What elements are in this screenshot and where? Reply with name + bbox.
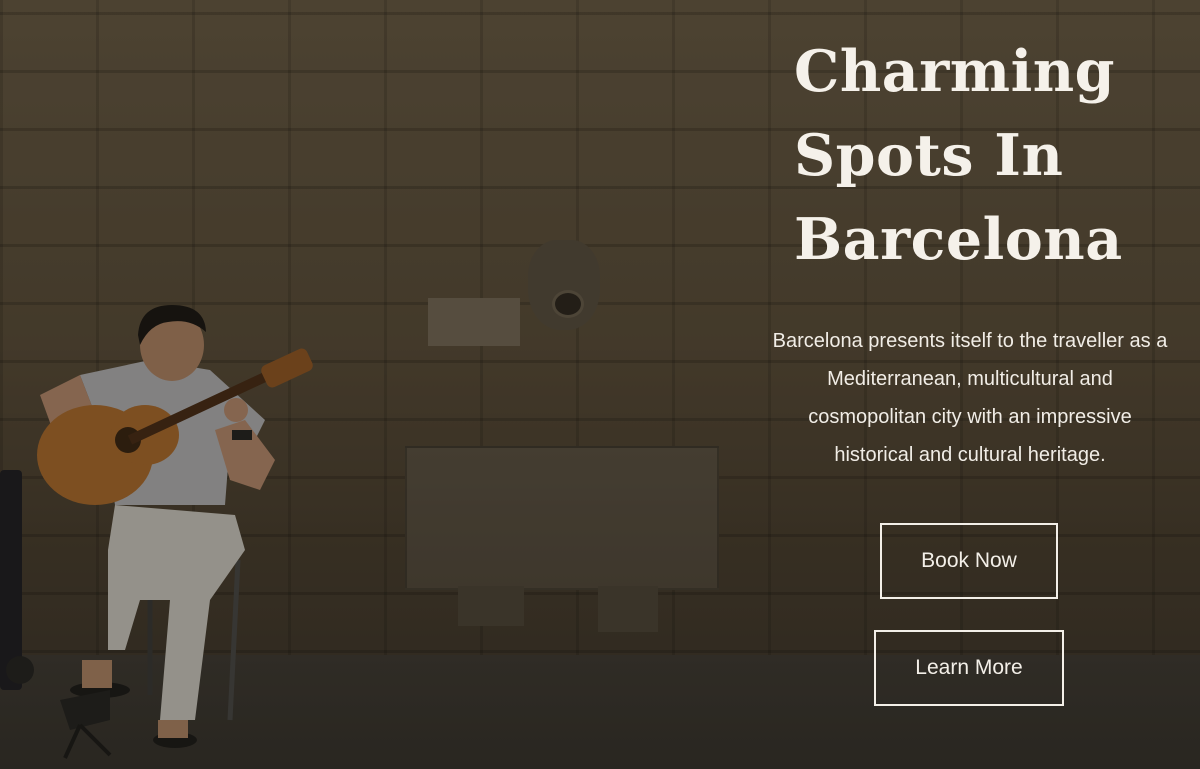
hero-description: Barcelona presents itself to the travell… <box>772 330 1168 466</box>
hero-title: Charming Spots In Barcelona <box>794 38 1123 273</box>
learn-more-button[interactable]: Learn More <box>874 630 1064 706</box>
hero-content: Charming Spots In Barcelona Barcelona pr… <box>770 30 1170 474</box>
book-now-button[interactable]: Book Now <box>880 523 1058 599</box>
hero-section: Charming Spots In Barcelona Barcelona pr… <box>0 0 1200 769</box>
